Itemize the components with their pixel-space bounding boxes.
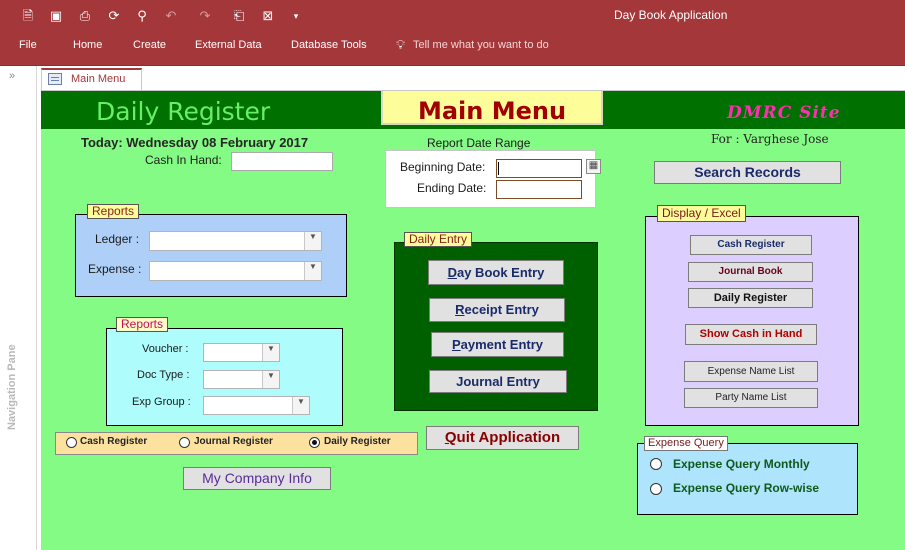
redo-icon[interactable]: ↷ [196,7,214,25]
daily-entry-label: Daily Entry [404,232,473,247]
ending-date-field[interactable] [496,180,582,199]
new-file-icon[interactable]: 🗎 [19,7,37,25]
form-icon [48,73,62,85]
button-label: uit Application [456,429,561,446]
search-icon[interactable]: ⚲ [133,7,151,25]
text-cursor [498,162,499,175]
chevron-down-icon[interactable]: ▼ [292,397,309,414]
cash-in-hand-label: Cash In Hand: [145,153,222,167]
button-label: eceipt Entry [464,302,539,317]
menu-external-data[interactable]: External Data [195,39,262,51]
button-label: ayment Entry [460,337,544,352]
window-title: Day Book Application [614,8,728,22]
button-label: ay Book Entry [456,265,545,280]
chevron-down-icon[interactable]: ▼ [304,232,321,250]
daily-register-button[interactable]: Daily Register [688,288,813,308]
receipt-entry-button[interactable]: Receipt Entry [429,298,565,322]
report-date-range-title: Report Date Range [427,136,531,150]
main-menu-form: Daily Register Main Menu DMRC Site Today… [41,91,905,550]
chevron-down-icon[interactable]: ▼ [304,262,321,280]
search-records-button[interactable]: Search Records [654,161,841,184]
day-book-entry-button[interactable]: Day Book Entry [428,260,564,285]
expense-query-rowwise-label[interactable]: Expense Query Row-wise [673,481,819,495]
exp-group-label: Exp Group : [132,396,191,408]
radio-daily-register-label[interactable]: Daily Register [324,436,391,447]
accelerator-key: D [447,265,457,280]
navigation-pane[interactable] [0,66,37,550]
expense-combo[interactable]: ▼ [149,261,322,281]
journal-entry-button[interactable]: Journal Entry [429,370,567,393]
journal-book-button[interactable]: Journal Book [688,262,813,282]
display-excel-label: Display / Excel [657,205,746,222]
main-menu-title: Main Menu [417,97,567,125]
button-label: Journal Entry [456,374,540,389]
lightbulb-icon: 💡︎ [396,37,406,52]
menu-file[interactable]: File [19,39,37,51]
doc-type-label: Doc Type : [137,369,190,381]
radio-expense-query-monthly[interactable] [650,458,662,470]
radio-journal-register-label[interactable]: Journal Register [194,436,273,447]
tell-me-search[interactable]: Tell me what you want to do [413,39,549,51]
ledger-label: Ledger : [95,232,140,246]
expense-name-list-button[interactable]: Expense Name List [684,361,818,382]
voucher-combo[interactable]: ▼ [203,343,280,362]
quit-application-button[interactable]: Quit Application [426,426,579,450]
for-label: For : Varghese Jose [711,132,829,146]
cash-register-button[interactable]: Cash Register [690,235,812,255]
reports-group-1 [75,214,347,297]
voucher-label: Voucher : [142,343,189,355]
chevron-down-icon[interactable]: ▼ [262,344,279,361]
radio-cash-register[interactable] [66,437,77,448]
ledger-combo[interactable]: ▼ [149,231,322,251]
today-label: Today: Wednesday 08 February 2017 [81,135,309,150]
show-cash-in-hand-button[interactable]: Show Cash in Hand [685,324,817,345]
accelerator-key: Q [444,429,457,446]
beginning-date-field[interactable] [496,159,582,178]
undo-icon[interactable]: ↶ [162,7,180,25]
site-label: DMRC Site [727,103,841,123]
print-preview-icon[interactable]: ⎙ [76,7,94,25]
save-icon[interactable]: ▣ [47,7,65,25]
exp-group-combo[interactable]: ▼ [203,396,310,415]
menu-create[interactable]: Create [133,39,166,51]
party-name-list-button[interactable]: Party Name List [684,388,818,408]
expense-label: Expense : [88,262,142,276]
tab-label: Main Menu [71,73,126,85]
my-company-info-button[interactable]: My Company Info [183,467,331,490]
header-title: Daily Register [96,97,271,126]
expense-query-group [637,443,858,515]
radio-journal-register[interactable] [179,437,190,448]
accelerator-key: P [451,337,461,352]
menu-database-tools[interactable]: Database Tools [291,39,367,51]
radio-expense-query-rowwise[interactable] [650,483,662,495]
clipboard-icon[interactable]: ⎗ [230,7,248,25]
doc-type-combo[interactable]: ▼ [203,370,280,389]
excel-icon[interactable]: ⊠ [259,7,277,25]
chevron-down-icon[interactable]: ▼ [262,371,279,388]
beginning-date-label: Beginning Date: [400,160,486,174]
payment-entry-button[interactable]: Payment Entry [431,332,564,357]
main-menu-banner: Main Menu [381,91,603,125]
reports-group-1-label: Reports [87,204,140,219]
ending-date-label: Ending Date: [417,181,487,195]
nav-pane-label[interactable]: Navigation Pane [6,344,18,430]
nav-pane-toggle-icon[interactable]: » [9,70,15,82]
customize-icon[interactable]: ▾ [287,7,305,25]
menu-home[interactable]: Home [73,39,102,51]
expense-query-label: Expense Query [644,436,728,451]
tab-main-menu[interactable]: Main Menu [41,68,142,90]
radio-daily-register[interactable] [309,437,320,448]
calendar-icon[interactable]: ▦ [586,159,601,174]
cash-in-hand-field[interactable] [231,152,333,171]
sync-icon[interactable]: ⟳ [105,7,123,25]
radio-cash-register-label[interactable]: Cash Register [80,436,147,447]
reports-group-2-label: Reports [116,317,169,332]
expense-query-monthly-label[interactable]: Expense Query Monthly [673,457,810,471]
